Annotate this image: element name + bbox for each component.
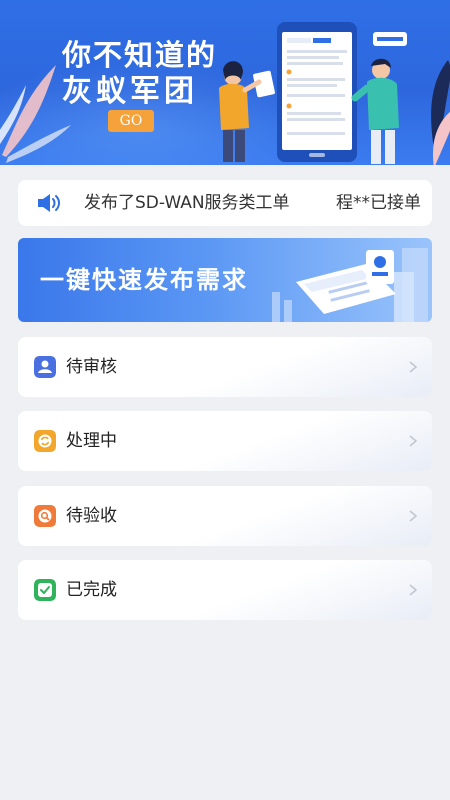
status-item-pending-review[interactable]: 待审核: [18, 337, 432, 397]
status-label: 已完成: [66, 580, 117, 600]
card-sheen: [172, 411, 432, 471]
chevron-right-icon: [409, 510, 418, 522]
banner-title-line2: 灰蚁军团: [62, 74, 198, 109]
publish-request-banner[interactable]: 一键快速发布需求: [18, 238, 432, 322]
notice-accepted: 程**已接单: [336, 193, 421, 213]
card-sheen: [172, 337, 432, 397]
status-label: 待审核: [66, 357, 117, 377]
person-badge-icon: [34, 356, 56, 378]
phone-illustration-icon: [219, 22, 407, 164]
status-label: 处理中: [66, 431, 117, 451]
publish-request-label: 一键快速发布需求: [40, 266, 248, 294]
status-label: 待验收: [66, 506, 117, 526]
refresh-icon: [34, 430, 56, 452]
chevron-right-icon: [409, 435, 418, 447]
status-item-processing[interactable]: 处理中: [18, 411, 432, 471]
notice-message: 发布了SD-WAN服务类工单: [84, 193, 290, 213]
leaf-decoration-right-icon: [431, 60, 450, 165]
check-icon: [34, 579, 56, 601]
card-sheen: [172, 560, 432, 620]
status-item-pending-acceptance[interactable]: 待验收: [18, 486, 432, 546]
go-button[interactable]: GO: [108, 110, 154, 132]
search-icon: [34, 505, 56, 527]
chevron-right-icon: [409, 361, 418, 373]
speaker-icon: [38, 194, 60, 212]
status-item-completed[interactable]: 已完成: [18, 560, 432, 620]
top-banner[interactable]: 你不知道的 灰蚁军团 GO: [0, 0, 450, 165]
card-sheen: [172, 486, 432, 546]
chevron-right-icon: [409, 584, 418, 596]
notice-marquee[interactable]: 发布了SD-WAN服务类工单 程**已接单: [18, 180, 432, 226]
publish-illustration-icon: [272, 248, 428, 322]
